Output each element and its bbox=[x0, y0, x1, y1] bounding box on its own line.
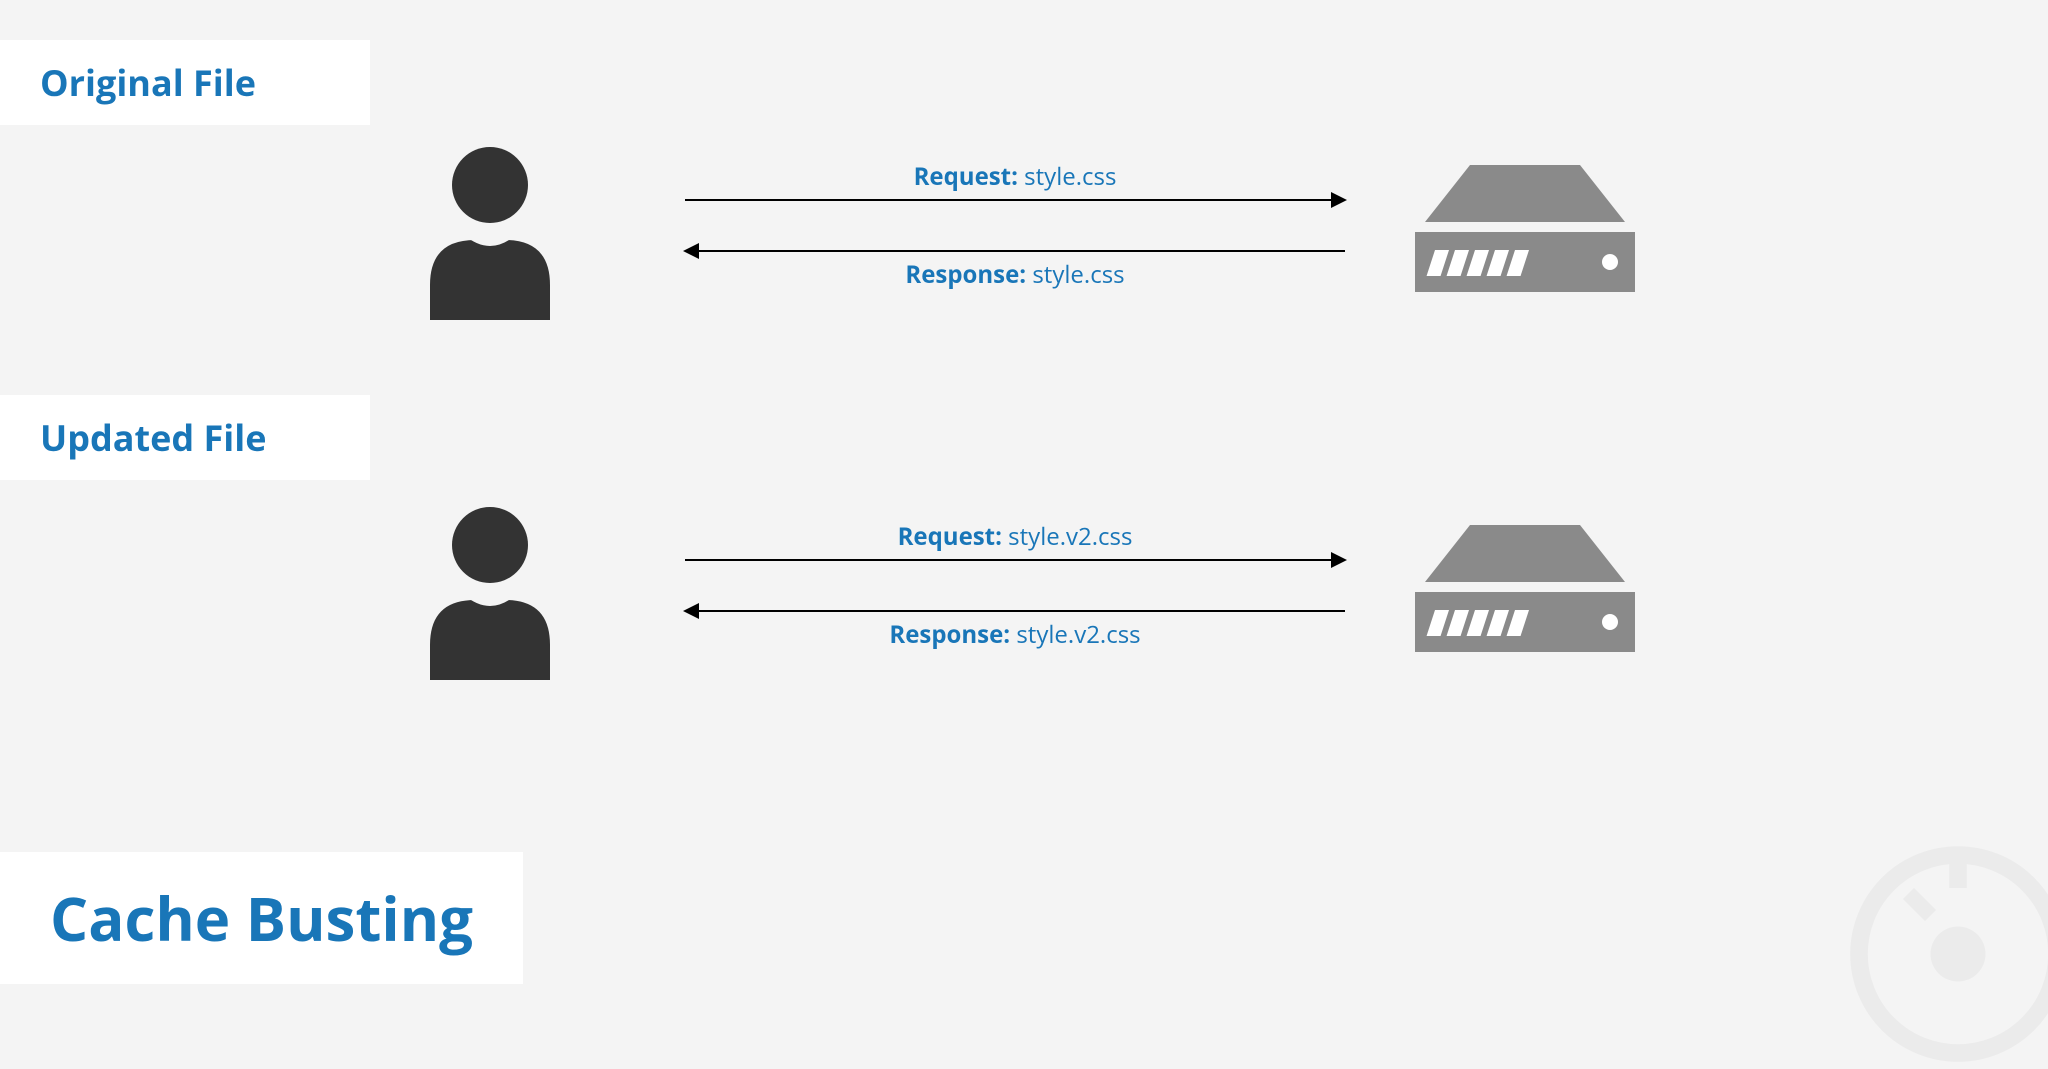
server-icon bbox=[1395, 510, 1655, 665]
response-label: Response: style.css bbox=[685, 258, 1345, 291]
request-arrow: Request: style.css bbox=[685, 160, 1345, 201]
user-icon bbox=[405, 500, 575, 680]
diagram-title: Cache Busting bbox=[0, 852, 523, 984]
request-label: Request: style.css bbox=[685, 160, 1345, 193]
section-label-updated: Updated File bbox=[0, 395, 370, 480]
request-arrow: Request: style.v2.css bbox=[685, 520, 1345, 561]
scenario-original: Request: style.css Response: style.css bbox=[405, 130, 1655, 330]
watermark-icon bbox=[1848, 844, 2048, 1064]
user-icon bbox=[405, 140, 575, 320]
server-icon bbox=[1395, 150, 1655, 305]
response-arrow: Response: style.css bbox=[685, 250, 1345, 291]
section-label-original: Original File bbox=[0, 40, 370, 125]
response-label: Response: style.v2.css bbox=[685, 618, 1345, 651]
scenario-updated: Request: style.v2.css Response: style.v2… bbox=[405, 490, 1655, 690]
request-label: Request: style.v2.css bbox=[685, 520, 1345, 553]
response-arrow: Response: style.v2.css bbox=[685, 610, 1345, 651]
